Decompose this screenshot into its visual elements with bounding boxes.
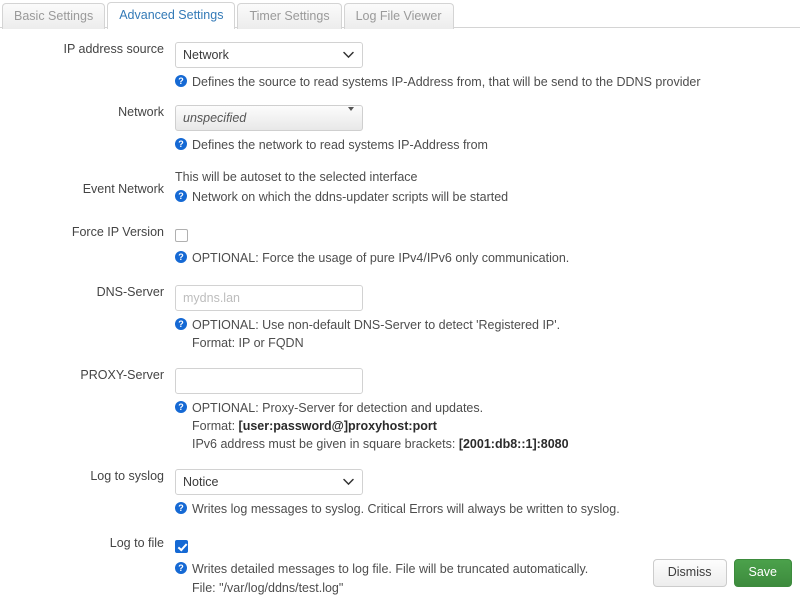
log-to-syslog-select-wrap: Notice [175,469,363,495]
label-dns-server: DNS-Server [0,285,175,300]
network-select-wrap: unspecified [175,105,363,131]
label-force-ip-version: Force IP Version [0,225,175,240]
row-event-network: Event Network This will be autoset to th… [0,168,800,206]
label-proxy-server: PROXY-Server [0,368,175,383]
ip-address-source-select[interactable]: Network [175,42,363,68]
field-proxy-server: ? OPTIONAL: Proxy-Server for detection a… [175,368,800,453]
help-text: OPTIONAL: Force the usage of pure IPv4/I… [192,249,569,267]
help-text-line3: IPv6 address must be given in square bra… [175,435,800,453]
tab-basic-settings[interactable]: Basic Settings [2,3,105,30]
help-text-line2: Format: [user:password@]proxyhost:port [175,417,800,435]
label-log-to-syslog: Log to syslog [0,469,175,484]
help-dns-server: ? OPTIONAL: Use non-default DNS-Server t… [175,316,800,352]
label-ip-address-source: IP address source [0,42,175,57]
help-text: Defines the network to read systems IP-A… [192,136,488,154]
help-text: Defines the source to read systems IP-Ad… [192,73,701,91]
help-text-line2: Format: IP or FQDN [175,334,800,352]
help-line2-prefix: Format: [192,419,239,433]
event-network-value: This will be autoset to the selected int… [175,168,800,186]
tab-bar: Basic Settings Advanced Settings Timer S… [0,0,800,28]
help-icon: ? [175,138,187,150]
tab-timer-settings[interactable]: Timer Settings [237,3,341,30]
help-line3-prefix: IPv6 address must be given in square bra… [192,437,459,451]
label-log-to-file: Log to file [0,536,175,551]
help-icon: ? [175,75,187,87]
field-force-ip-version: ? OPTIONAL: Force the usage of pure IPv4… [175,225,800,267]
field-network: unspecified ? Defines the network to rea… [175,105,800,154]
field-dns-server: ? OPTIONAL: Use non-default DNS-Server t… [175,285,800,352]
help-event-network: ? Network on which the ddns-updater scri… [175,188,800,206]
help-text: Writes detailed messages to log file. Fi… [192,560,588,578]
tab-log-file-viewer[interactable]: Log File Viewer [344,3,454,30]
help-line3-example: [2001:db8::1]:8080 [459,437,569,451]
help-icon: ? [175,562,187,574]
ip-address-source-select-wrap: Network [175,42,363,68]
row-ip-address-source: IP address source Network ? Defines the … [0,42,800,91]
row-force-ip-version: Force IP Version ? OPTIONAL: Force the u… [0,225,800,267]
help-text: Network on which the ddns-updater script… [192,188,508,206]
field-event-network: This will be autoset to the selected int… [175,168,800,206]
help-icon: ? [175,318,187,330]
footer-actions: Dismiss Save [653,559,792,587]
tab-advanced-settings[interactable]: Advanced Settings [107,2,235,30]
dns-server-input[interactable] [175,285,363,311]
help-ip-address-source: ? Defines the source to read systems IP-… [175,73,800,91]
field-log-to-syslog: Notice ? Writes log messages to syslog. … [175,469,800,518]
save-button[interactable]: Save [734,559,793,587]
help-network: ? Defines the network to read systems IP… [175,136,800,154]
help-icon: ? [175,502,187,514]
help-force-ip-version: ? OPTIONAL: Force the usage of pure IPv4… [175,249,800,267]
row-proxy-server: PROXY-Server ? OPTIONAL: Proxy-Server fo… [0,368,800,453]
dismiss-button[interactable]: Dismiss [653,559,727,587]
help-proxy-server: ? OPTIONAL: Proxy-Server for detection a… [175,399,800,453]
advanced-settings-form: IP address source Network ? Defines the … [0,28,800,597]
force-ip-version-checkbox[interactable] [175,229,188,242]
help-line2-format: [user:password@]proxyhost:port [239,419,437,433]
proxy-server-input[interactable] [175,368,363,394]
row-network: Network unspecified ? Defines the networ… [0,105,800,154]
row-dns-server: DNS-Server ? OPTIONAL: Use non-default D… [0,285,800,352]
help-icon: ? [175,251,187,263]
help-log-to-syslog: ? Writes log messages to syslog. Critica… [175,500,800,518]
log-to-syslog-select[interactable]: Notice [175,469,363,495]
help-icon: ? [175,401,187,413]
row-log-to-syslog: Log to syslog Notice ? Writes log messag… [0,469,800,518]
network-select[interactable]: unspecified [175,105,363,131]
help-text: Writes log messages to syslog. Critical … [192,500,620,518]
log-to-file-checkbox[interactable] [175,540,188,553]
help-icon: ? [175,190,187,202]
help-text: OPTIONAL: Use non-default DNS-Server to … [192,316,560,334]
label-event-network: Event Network [0,168,175,197]
field-ip-address-source: Network ? Defines the source to read sys… [175,42,800,91]
help-text: OPTIONAL: Proxy-Server for detection and… [192,399,483,417]
label-network: Network [0,105,175,120]
tab-list: Basic Settings Advanced Settings Timer S… [2,0,800,28]
